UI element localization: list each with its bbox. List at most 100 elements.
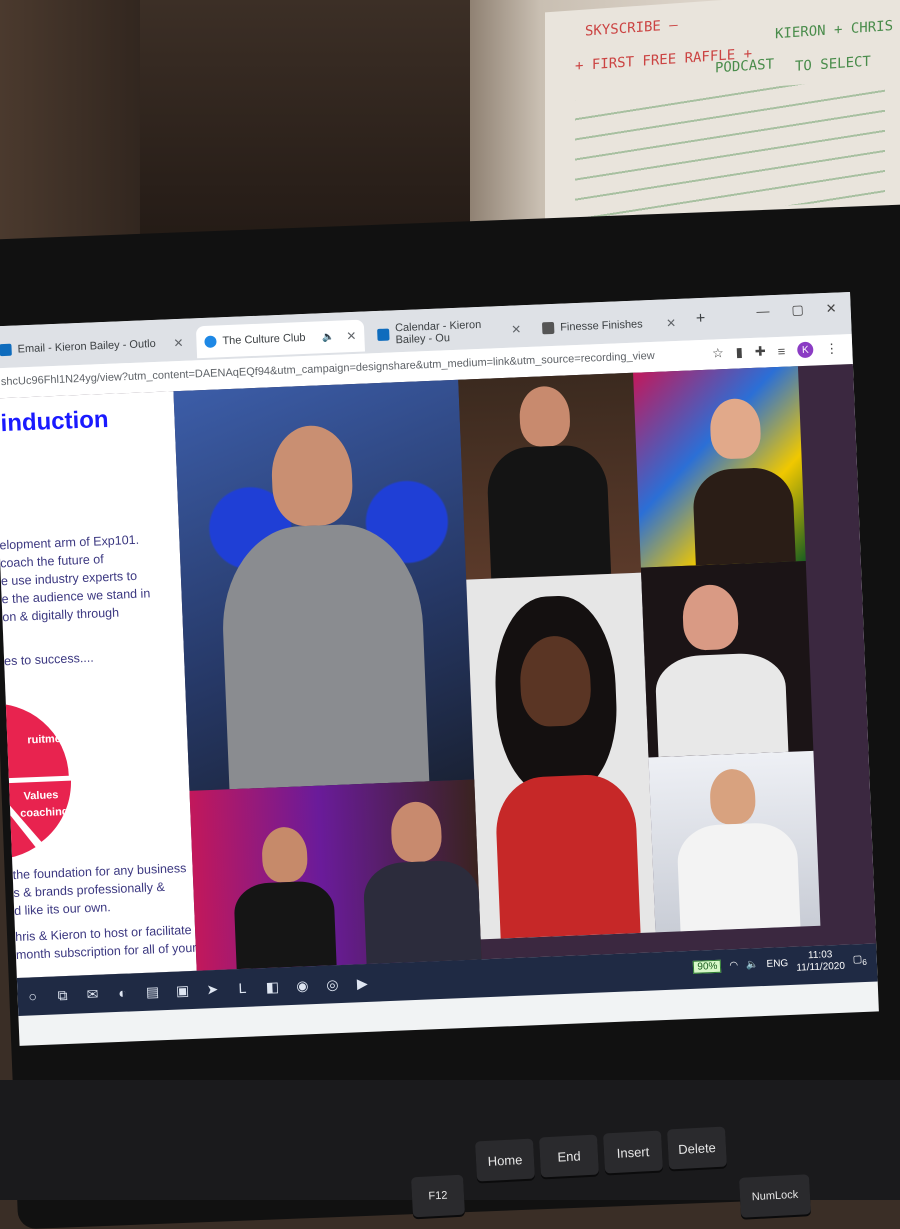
clock[interactable]: 11:03 11/11/2020 [796,949,846,975]
close-icon[interactable]: ✕ [511,322,522,336]
speaker-head [518,385,571,448]
tab-label: Email - Kieron Bailey - Outlo [17,337,156,356]
menu-icon[interactable]: ⋮ [825,341,839,358]
battery-indicator[interactable]: 90% [693,959,722,974]
speaker-photo-man-black-shirt [458,372,642,580]
key-delete[interactable]: Delete [666,1126,728,1170]
window-controls: — ▢ ✕ [756,301,837,320]
footer-line: month subscription for all of your [15,940,197,963]
values-pie-chart [0,703,71,860]
app-icon[interactable]: ➤ [197,974,228,1005]
extension-icon[interactable]: ▮ [735,344,743,360]
speaker-photo-woman-microphone [633,366,806,568]
tab-culture-club[interactable]: The Culture Club 🔈 ✕ [195,319,365,359]
body-line: elopment arm of Exp101. [0,532,140,553]
notification-center-icon[interactable]: ▢6 [852,953,867,967]
tab-calendar[interactable]: Calendar - Kieron Bailey - Ou ✕ [369,313,530,351]
clock-date: 11/11/2020 [796,960,846,974]
success-line: es to success.... [3,650,94,669]
mail-icon[interactable]: ✉ [77,978,108,1009]
speaker-photo-older-woman [640,560,814,758]
puzzle-icon[interactable]: ✚ [755,343,767,359]
body-line: e use industry experts to [0,568,138,589]
speaker-body [362,859,482,964]
network-icon[interactable]: ◠ [729,960,738,971]
new-tab-button[interactable]: + [696,310,706,328]
tab-label: Finesse Finishes [559,318,643,334]
clock-time: 11:03 [807,949,833,962]
page-heading: induction [0,405,110,438]
speaker-body [692,466,796,566]
speaker-head [261,826,309,884]
close-icon[interactable]: ✕ [173,336,184,350]
whiteboard-line: TO SELECT [795,53,871,75]
toolbar-icons: ☆ ▮ ✚ ≡ K ⋮ [712,341,839,362]
tab-finesse[interactable]: Finesse Finishes ✕ [534,307,685,345]
cortana-icon[interactable]: ○ [17,981,48,1012]
store-icon[interactable]: ▣ [167,975,198,1006]
close-icon[interactable]: ✕ [666,316,677,330]
body-line: on & digitally through [2,605,120,625]
footer-line: d like its our own. [13,900,111,919]
tab-label: The Culture Club [222,331,306,348]
file-explorer-icon[interactable]: ▤ [137,976,168,1007]
doorway [140,0,470,250]
canva-icon [204,335,217,348]
speaker-body [219,521,430,790]
speaker-head [681,583,740,651]
language-indicator[interactable]: ENG [766,958,788,970]
speaker-body [233,880,337,970]
body-line: e the audience we stand in [1,586,151,607]
calendar-icon [377,328,390,341]
key-insert[interactable]: Insert [602,1130,664,1174]
speaker-head [709,768,757,825]
tab-label: Calendar - Kieron Bailey - Ou [394,318,482,347]
footer-line: s & brands professionally & [13,879,166,901]
canva-page: induction elopment arm of Exp101. coach … [0,363,877,978]
pie-label: ruitment [27,732,72,747]
key-f12[interactable]: F12 [410,1174,466,1218]
key-end[interactable]: End [538,1134,600,1178]
speaker-head [709,397,762,460]
star-icon[interactable]: ☆ [712,345,724,361]
whiteboard-line: SKYSCRIBE — [585,17,678,40]
speaker-photo-man-white-shirt [648,750,821,933]
close-icon[interactable]: ✕ [346,329,357,343]
body-line: coach the future of [0,552,104,571]
laptop-keyboard: Home End Insert Delete NumLock F12 [0,1080,900,1218]
chrome-icon[interactable]: ◎ [317,969,348,1000]
minimize-button[interactable]: — [756,303,770,320]
key-home[interactable]: Home [474,1138,536,1182]
task-view-icon[interactable]: ⧉ [47,980,78,1011]
office-icon[interactable]: ◧ [257,971,288,1002]
speaker-head [269,424,354,528]
system-tray: 90% ◠ 🔈 ENG 11:03 11/11/2020 ▢6 [693,948,867,979]
pie-label: Values [23,789,59,803]
speaker-photo-man-grey-shirt [173,379,475,791]
whiteboard-line: PODCAST [715,56,775,77]
tab-email[interactable]: Email - Kieron Bailey - Outlo ✕ [0,326,192,366]
text-panel: induction elopment arm of Exp101. coach … [0,391,199,978]
volume-icon[interactable]: 🔈 [746,959,759,970]
photos-icon[interactable]: ◉ [287,970,318,1001]
linkedin-learning-icon[interactable]: L [227,972,258,1003]
pie-label: coaching [20,805,69,820]
laptop-screen: Email - Kieron Bailey - Outlo ✕ The Cult… [0,292,879,1046]
speaker-icon[interactable]: 🔈 [322,331,335,342]
notification-count: 6 [862,956,868,967]
speaker-body [494,773,641,939]
speaker-photo-two-men [189,779,482,971]
media-player-icon[interactable]: ▶ [347,968,378,999]
whiteboard-line: KIERON + CHRIS [775,18,894,43]
cube-icon [541,321,555,335]
speaker-photo-woman-red-dress [466,572,656,940]
key-numlock[interactable]: NumLock [739,1174,811,1218]
maximize-button[interactable]: ▢ [791,302,804,318]
profile-avatar[interactable]: K [796,341,814,359]
speaker-body [676,821,801,932]
edge-icon[interactable]: ◐ [107,977,138,1008]
close-window-button[interactable]: ✕ [825,301,837,317]
media-icon[interactable]: ≡ [777,343,785,358]
outlook-icon [0,343,12,357]
whiteboard-notes [575,78,885,221]
